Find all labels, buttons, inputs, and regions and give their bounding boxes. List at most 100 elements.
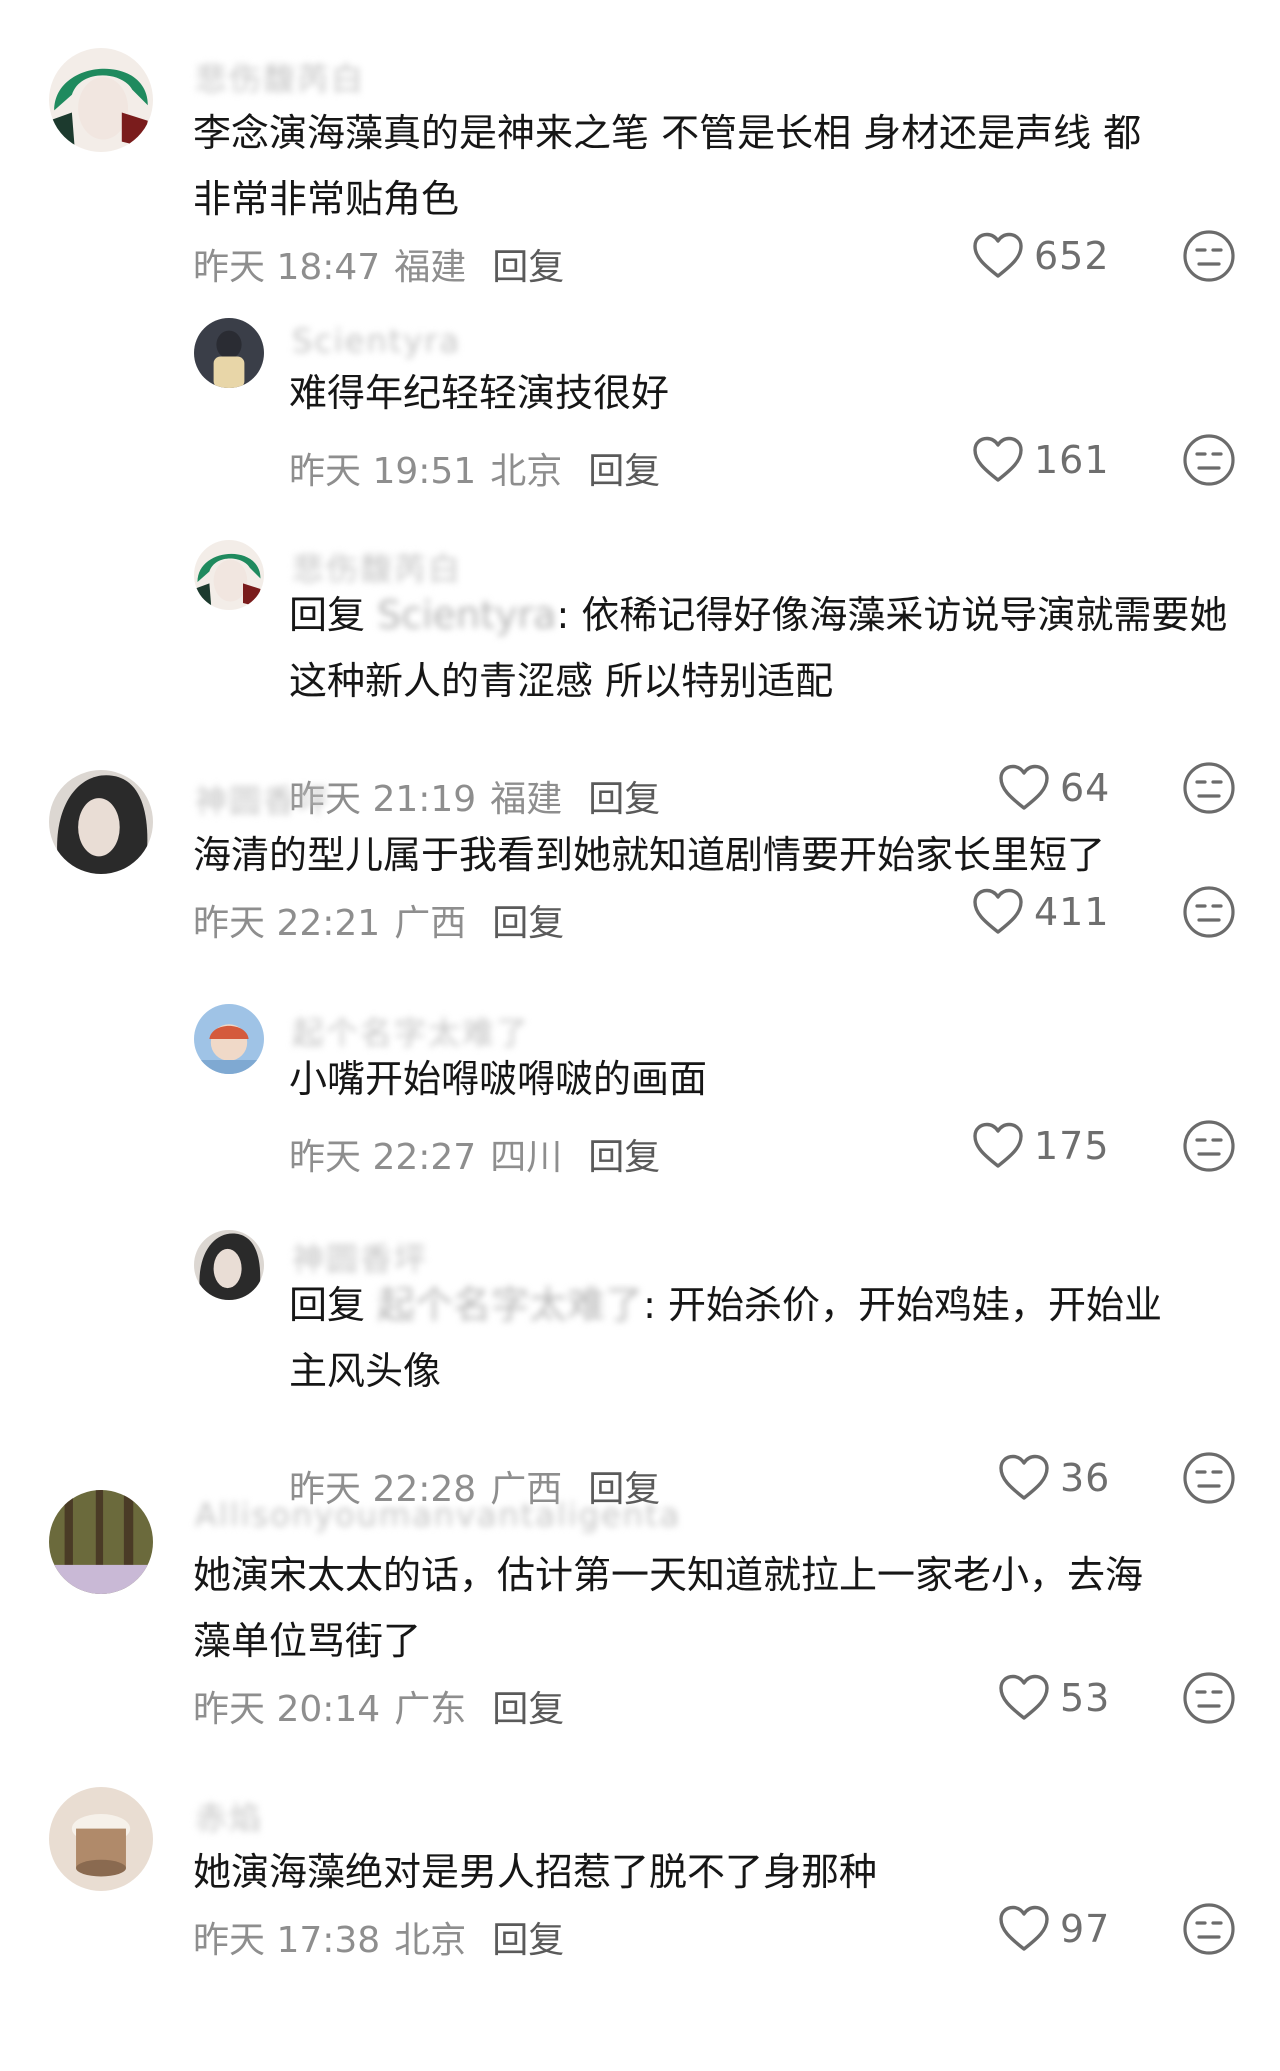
dislike-face-icon[interactable] xyxy=(1182,885,1236,939)
comment-line: 藻单位骂街了 xyxy=(193,1608,1228,1674)
comment-line: 她演宋太太的话，估计第一天知道就拉上一家老小，去海 xyxy=(193,1542,1228,1608)
comment-line: 她演海藻绝对是男人招惹了脱不了身那种 xyxy=(193,1839,1228,1905)
comment-line: 李念演海藻真的是神来之笔 不管是长相 身材还是声线 都 xyxy=(193,100,1228,166)
reply-button[interactable]: 回复 xyxy=(492,1920,564,1961)
dislike-face-icon[interactable] xyxy=(1182,433,1236,487)
location: 广西 xyxy=(394,903,467,944)
comment-line-text: 李念演海藻真的是神来之笔 不管是长相 身材还是声线 都 xyxy=(193,111,1142,155)
reply-button[interactable]: 回复 xyxy=(588,451,660,492)
comment-line: 这种新人的青涩感 所以特别适配 xyxy=(289,648,1232,714)
reply-button[interactable]: 回复 xyxy=(492,247,564,288)
username[interactable]: 神圆香坪 xyxy=(195,776,331,822)
username[interactable]: Scientyra xyxy=(292,322,461,360)
comment-meta: 昨天 18:47 福建 回复 xyxy=(193,238,564,290)
like-button[interactable]: 411 xyxy=(972,884,1162,940)
comment-line-text: 这种新人的青涩感 所以特别适配 xyxy=(289,659,834,703)
like-button[interactable]: 161 xyxy=(972,432,1162,488)
comment-line: 小嘴开始嘚啵嘚啵的画面 xyxy=(289,1046,1232,1112)
comment-text: 回复 起个名字太难了: 开始杀价，开始鸡娃，开始业主风头像 xyxy=(289,1272,1232,1404)
comment-meta: 昨天 19:51 北京 回复 xyxy=(289,442,660,494)
avatar[interactable] xyxy=(49,48,153,152)
comment-line-text: 难得年纪轻轻演技很好 xyxy=(289,371,670,415)
avatar[interactable] xyxy=(194,1004,264,1074)
reply-button[interactable]: 回复 xyxy=(588,779,660,820)
like-count: 97 xyxy=(1060,1907,1111,1951)
comment-line: 非常非常贴角色 xyxy=(193,166,1228,232)
comment-text: 海清的型儿属于我看到她就知道剧情要开始家长里短了 xyxy=(193,822,1228,888)
username[interactable]: Allisonyoumanvantaligenta xyxy=(195,1496,681,1534)
timestamp: 昨天 22:27 xyxy=(289,1137,477,1178)
username[interactable]: 悲伤馥芮白 xyxy=(195,54,365,100)
comment-line: 难得年纪轻轻演技很好 xyxy=(289,360,1232,426)
like-button[interactable]: 97 xyxy=(998,1901,1188,1957)
like-count: 53 xyxy=(1060,1676,1111,1720)
comment-line-text: 小嘴开始嘚啵嘚啵的画面 xyxy=(289,1057,708,1101)
like-count: 175 xyxy=(1034,1124,1110,1168)
reply-colon: : xyxy=(643,1283,668,1327)
timestamp: 昨天 19:51 xyxy=(289,451,477,492)
comment-line-text: 海清的型儿属于我看到她就知道剧情要开始家长里短了 xyxy=(193,833,1106,877)
comment-text: 小嘴开始嘚啵嘚啵的画面 xyxy=(289,1046,1232,1112)
comment-meta: 昨天 21:19 福建 回复 xyxy=(289,770,660,822)
location: 福建 xyxy=(490,779,563,820)
reply-to-username[interactable]: 起个名字太难了 xyxy=(377,1283,643,1327)
avatar[interactable] xyxy=(49,1787,153,1891)
reply-prefix: 回复 xyxy=(289,593,378,637)
comment-line: 回复 Scientyra: 依稀记得好像海藻采访说导演就需要她 xyxy=(289,582,1232,648)
reply-prefix: 回复 xyxy=(289,1283,378,1327)
comment-text: 回复 Scientyra: 依稀记得好像海藻采访说导演就需要她这种新人的青涩感 … xyxy=(289,582,1232,714)
avatar[interactable] xyxy=(49,770,153,874)
reply-button[interactable]: 回复 xyxy=(492,1689,564,1730)
avatar[interactable] xyxy=(194,318,264,388)
timestamp: 昨天 20:14 xyxy=(193,1689,381,1730)
comment-line: 回复 起个名字太难了: 开始杀价，开始鸡娃，开始业 xyxy=(289,1272,1232,1338)
heart-icon xyxy=(998,1905,1050,1953)
comment-text: 难得年纪轻轻演技很好 xyxy=(289,360,1232,426)
avatar[interactable] xyxy=(49,1490,153,1594)
like-button[interactable]: 64 xyxy=(998,760,1188,816)
heart-icon xyxy=(972,436,1024,484)
dislike-face-icon[interactable] xyxy=(1182,1451,1236,1505)
comment-line-text: 藻单位骂街了 xyxy=(193,1619,422,1663)
comment-line-text: 非常非常贴角色 xyxy=(193,177,460,221)
comment-line-text: 主风头像 xyxy=(289,1349,442,1393)
location: 北京 xyxy=(394,1920,467,1961)
avatar[interactable] xyxy=(194,540,264,610)
comment-meta: 昨天 17:38 北京 回复 xyxy=(193,1911,564,1963)
comment-line: 主风头像 xyxy=(289,1338,1232,1404)
comment-line-text: 依稀记得好像海藻采访说导演就需要她 xyxy=(581,593,1228,637)
heart-icon xyxy=(998,1674,1050,1722)
reply-button[interactable]: 回复 xyxy=(492,903,564,944)
like-button[interactable]: 36 xyxy=(998,1450,1188,1506)
comment-line: 海清的型儿属于我看到她就知道剧情要开始家长里短了 xyxy=(193,822,1228,888)
dislike-face-icon[interactable] xyxy=(1182,1902,1236,1956)
reply-colon: : xyxy=(556,593,582,637)
comment-line-text: 她演海藻绝对是男人招惹了脱不了身那种 xyxy=(193,1850,878,1894)
dislike-face-icon[interactable] xyxy=(1182,1671,1236,1725)
username[interactable]: 赤焰 xyxy=(195,1793,263,1839)
like-count: 64 xyxy=(1060,766,1111,810)
like-button[interactable]: 175 xyxy=(972,1118,1162,1174)
comment-meta: 昨天 22:27 四川 回复 xyxy=(289,1128,660,1180)
like-count: 161 xyxy=(1034,438,1110,482)
like-count: 652 xyxy=(1034,234,1110,278)
heart-icon xyxy=(972,888,1024,936)
dislike-face-icon[interactable] xyxy=(1182,761,1236,815)
dislike-face-icon[interactable] xyxy=(1182,1119,1236,1173)
location: 四川 xyxy=(490,1137,563,1178)
heart-icon xyxy=(972,1122,1024,1170)
dislike-face-icon[interactable] xyxy=(1182,229,1236,283)
avatar[interactable] xyxy=(194,1230,264,1300)
like-button[interactable]: 652 xyxy=(972,228,1162,284)
reply-to-username[interactable]: Scientyra xyxy=(377,593,556,637)
heart-icon xyxy=(998,1454,1050,1502)
timestamp: 昨天 18:47 xyxy=(193,247,381,288)
like-button[interactable]: 53 xyxy=(998,1670,1188,1726)
location: 广东 xyxy=(394,1689,467,1730)
heart-icon xyxy=(998,764,1050,812)
comment-meta: 昨天 22:21 广西 回复 xyxy=(193,894,564,946)
reply-button[interactable]: 回复 xyxy=(588,1137,660,1178)
location: 北京 xyxy=(490,451,563,492)
like-count: 411 xyxy=(1034,890,1110,934)
timestamp: 昨天 17:38 xyxy=(193,1920,381,1961)
